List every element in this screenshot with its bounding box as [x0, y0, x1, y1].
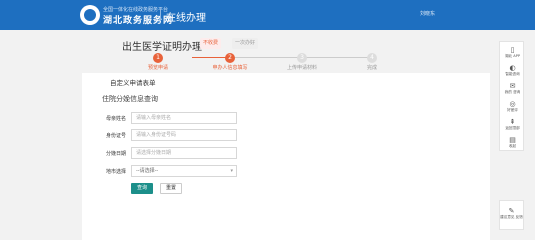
user-name[interactable]: 刘晓东 [420, 10, 435, 17]
header-divider [160, 9, 161, 21]
side-item-label: 智能咨询 [505, 72, 520, 76]
step-1-marker: 1 [153, 53, 163, 63]
page-title: 出生医学证明办理 [122, 42, 202, 53]
step-3-label: 上传申请材料 [286, 65, 318, 71]
query-subtitle: 住院分娩信息查询 [102, 95, 158, 103]
top-icon: ⇞ [509, 118, 516, 126]
side-toolbar: ▯ 湖北 APP ◐ 智能咨询 ✉ 我的 咨询 ◎ 好差评 ⇞ 返回顶部 ▤ 收… [499, 41, 524, 151]
brand-name[interactable]: 湖北政务服务网 [103, 13, 173, 26]
step-4-marker: 4 [367, 53, 377, 63]
step-3-marker: 3 [297, 53, 307, 63]
chevron-down-icon: ▾ [230, 168, 233, 174]
step-connector [306, 57, 368, 58]
chat-icon: ◐ [509, 64, 516, 72]
city-select-label: 地市选择 [105, 169, 126, 175]
reset-button[interactable]: 重置 [160, 183, 182, 194]
logo-icon[interactable] [80, 5, 100, 25]
mother-name-label: 母亲姓名 [105, 116, 126, 122]
brand-subtitle: 全国一体化在线政务服务平台 [103, 7, 169, 13]
side-item-collapse[interactable]: ▤ 收起 [500, 136, 525, 149]
section-title: 自定义申请表单 [110, 79, 156, 87]
step-2-label: 申办人信息填写 [212, 65, 248, 71]
message-icon: ✉ [509, 82, 516, 90]
city-select[interactable]: --请选择-- ▾ [131, 165, 237, 177]
id-number-input[interactable]: 请输入身份证号码 [131, 129, 237, 141]
id-number-label: 身份证号 [105, 133, 126, 139]
step-2-marker: 2 [225, 53, 235, 63]
feedback-icon: ✎ [508, 207, 515, 215]
top-header: 全国一体化在线政务服务平台 湖北政务服务网 在线办理 刘晓东 [0, 0, 535, 30]
side-item-my-consult[interactable]: ✉ 我的 咨询 [500, 82, 525, 95]
header-title: 在线办理 [166, 13, 206, 24]
mother-name-input[interactable]: 请输入母亲姓名 [131, 112, 237, 124]
phone-icon: ▯ [510, 46, 515, 54]
side-item-label: 返回顶部 [505, 126, 520, 130]
side-item-consult[interactable]: ◐ 智能咨询 [500, 64, 525, 77]
side-item-back-to-top[interactable]: ⇞ 返回顶部 [500, 118, 525, 131]
collapse-icon: ▤ [509, 136, 516, 144]
visit-badge: 一次办好 [232, 38, 259, 49]
step-connector [234, 57, 302, 58]
feedback-label: 建议意见 反馈 [500, 215, 523, 219]
rating-icon: ◎ [509, 100, 516, 108]
side-item-label: 我的 咨询 [504, 90, 521, 94]
fee-badge: 不收费 [200, 38, 222, 49]
delivery-date-input[interactable]: 请选择分娩日期 [131, 147, 237, 159]
delivery-date-label: 分娩日期 [105, 151, 126, 157]
side-item-label: 湖北 APP [504, 54, 521, 58]
query-button[interactable]: 查询 [131, 183, 153, 194]
side-item-label: 好差评 [507, 108, 518, 112]
feedback-button[interactable]: ✎ 建议意见 反馈 [499, 200, 524, 230]
side-item-label: 收起 [508, 144, 517, 148]
side-item-rating[interactable]: ◎ 好差评 [500, 100, 525, 113]
side-item-app[interactable]: ▯ 湖北 APP [500, 46, 525, 59]
city-select-value: --请选择-- [136, 168, 159, 174]
step-1-label: 预览申请 [147, 65, 169, 71]
step-4-label: 完成 [366, 65, 378, 71]
